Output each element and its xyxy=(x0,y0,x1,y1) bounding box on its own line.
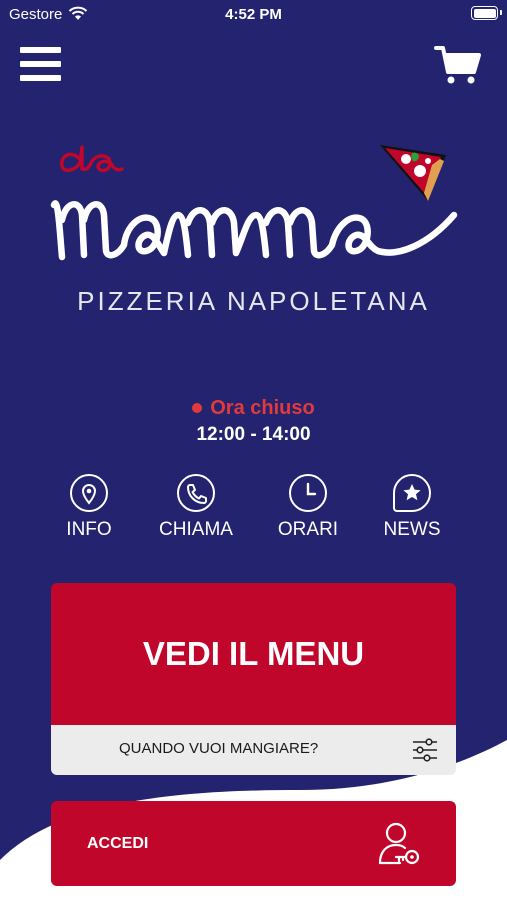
battery-icon xyxy=(471,6,502,20)
news-label: NEWS xyxy=(383,519,441,540)
sliders-icon xyxy=(413,738,437,762)
info-label: INFO xyxy=(66,519,112,540)
view-menu-button[interactable]: VEDI IL MENU xyxy=(51,583,456,725)
cart-icon[interactable] xyxy=(434,44,482,86)
pizza-slice-icon xyxy=(380,145,446,201)
hamburger-menu-button[interactable] xyxy=(20,45,62,83)
news-button[interactable]: NEWS xyxy=(362,474,462,541)
quick-actions: INFO CHIAMA ORARI NEWS xyxy=(0,474,507,554)
view-menu-label: VEDI IL MENU xyxy=(142,635,365,672)
order-time-label: QUANDO VUOI MANGIARE? xyxy=(119,740,319,757)
call-button[interactable]: CHIAMA xyxy=(146,474,246,541)
user-key-icon xyxy=(378,822,420,865)
login-button[interactable]: ACCEDI xyxy=(51,801,456,886)
status-bar: Gestore 4:52 PM xyxy=(0,0,507,30)
opening-status-text: Ora chiuso xyxy=(210,397,315,419)
info-button[interactable]: INFO xyxy=(39,474,139,541)
logo-subtitle: PIZZERIA NAPOLETANA xyxy=(77,286,430,316)
logo-da-script xyxy=(60,145,124,173)
opening-status: Ora chiuso xyxy=(0,397,507,420)
status-time: 4:52 PM xyxy=(225,6,282,23)
location-pin-icon xyxy=(70,474,108,512)
phone-icon xyxy=(177,474,215,512)
hours-button[interactable]: ORARI xyxy=(258,474,358,541)
order-time-selector[interactable]: QUANDO VUOI MANGIARE? xyxy=(51,725,456,775)
call-label: CHIAMA xyxy=(159,519,233,540)
star-speech-icon xyxy=(393,474,431,512)
opening-hours: 12:00 - 14:00 xyxy=(196,424,311,445)
hours-label: ORARI xyxy=(277,519,339,540)
clock-icon xyxy=(289,474,327,512)
login-label: ACCEDI xyxy=(87,835,149,852)
menu-card: VEDI IL MENU QUANDO VUOI MANGIARE? xyxy=(51,583,456,775)
status-dot-icon xyxy=(192,402,203,413)
